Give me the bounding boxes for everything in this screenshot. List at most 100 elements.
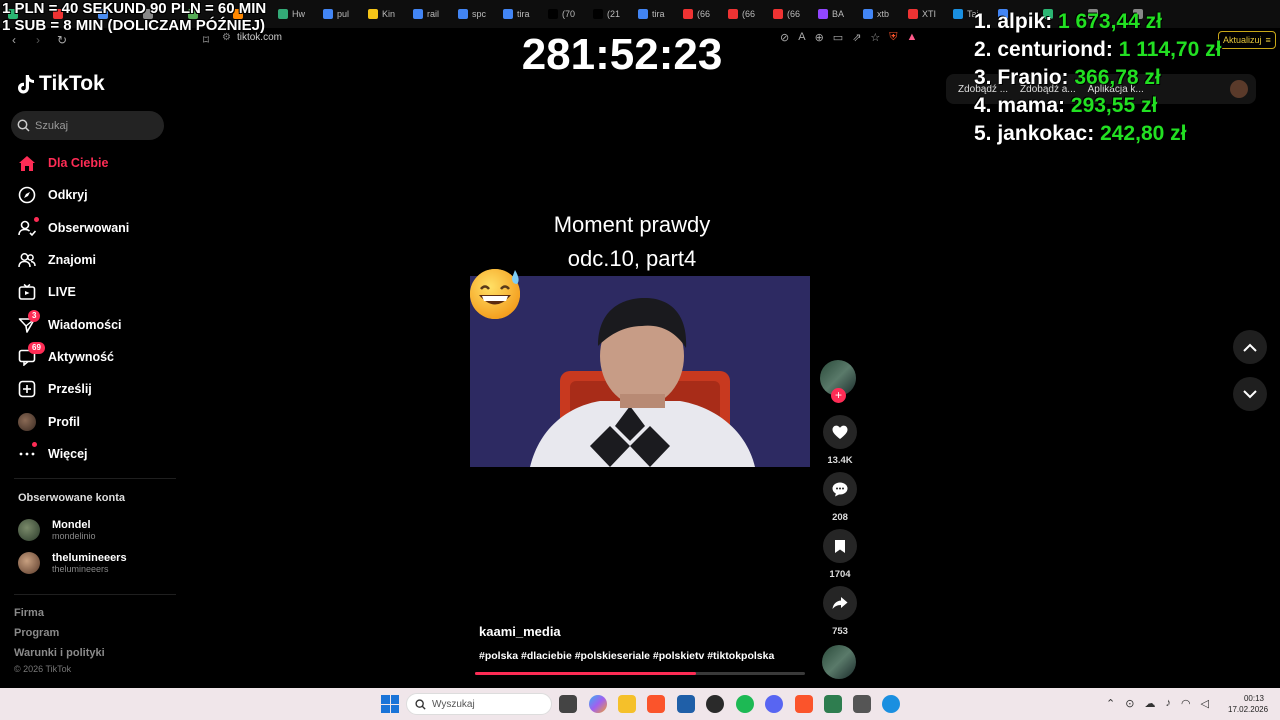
donor-name: 2. centuriond: [974,38,1113,61]
browser-tab[interactable]: (66 [724,3,768,25]
tab-favicon-icon [368,9,378,19]
tab-label: Hw [292,9,305,19]
browser-tab[interactable]: (66 [679,3,723,25]
browser-tab[interactable]: xtb [859,3,903,25]
share-action[interactable]: 753 [821,586,859,637]
share-count: 753 [832,626,848,637]
tab-favicon-icon [323,9,333,19]
footer-link-program[interactable]: Program [14,626,105,646]
file-explorer-icon[interactable] [618,695,636,713]
browser-tab[interactable]: tira [634,3,678,25]
activity-badge: 69 [28,341,45,354]
browser-tab[interactable]: tira [499,3,543,25]
network-icon[interactable]: ⊙ [1125,697,1134,710]
task-view-icon[interactable] [559,695,577,713]
tab-favicon-icon [413,9,423,19]
sidebar-item-live[interactable]: LIVE [14,276,184,308]
browser-tab[interactable]: (21 [589,3,633,25]
language-icon[interactable]: A [798,31,805,44]
taskbar-search[interactable]: Wyszukaj [406,693,552,715]
brave-rewards-icon[interactable]: ▲ [907,31,918,44]
browser-tab[interactable]: spc [454,3,498,25]
video-action-rail: + [820,360,858,403]
sidebar-item-profile[interactable]: Profil [14,405,184,437]
microphone-icon[interactable]: ♪ [1165,697,1171,710]
cloud-icon[interactable]: ☁ [1144,697,1155,710]
browser-tab[interactable]: (66 [769,3,813,25]
save-count: 1704 [829,569,851,580]
notepad-icon[interactable] [824,695,842,713]
tab-favicon-icon [908,9,918,19]
previous-video-button[interactable] [1233,330,1267,364]
chevron-up-icon[interactable]: ⌃ [1106,697,1115,710]
home-icon [18,154,36,172]
video-progress-bar[interactable] [475,672,805,675]
live-icon [18,283,36,301]
wifi-icon[interactable]: ◠ [1181,697,1191,710]
leaderboard-row: 3. Franio: 366,78 zł [974,64,1274,92]
windows-start-icon[interactable] [381,695,399,713]
search-box[interactable] [11,111,164,140]
search-icon [17,119,30,132]
tab-label: (66 [697,9,711,19]
obs-icon[interactable] [706,695,724,713]
app-icon[interactable] [882,695,900,713]
browser-tab[interactable]: (70 [544,3,588,25]
brave-active-icon[interactable] [795,695,813,713]
sidebar-item-upload[interactable]: Prześlij [14,373,184,405]
browser-tab[interactable]: rail [409,3,453,25]
browser-tab[interactable]: Hw [274,3,318,25]
footer-link-company[interactable]: Firma [14,606,105,626]
star-icon[interactable]: ☆ [870,31,880,44]
bookmark-icon[interactable] [823,529,857,563]
sidebar-item-more[interactable]: Więcej [14,438,184,470]
sidebar-item-friends[interactable]: Znajomi [14,244,184,276]
share-icon[interactable]: ⇗ [852,31,861,44]
sound-avatar[interactable] [822,645,856,679]
leaderboard-row: 5. jankokac: 242,80 zł [974,120,1274,148]
next-video-button[interactable] [1233,377,1267,411]
sidebar-item-for-you[interactable]: Dla Ciebie [14,147,184,179]
donor-name: 1. alpik: [974,10,1053,33]
heart-icon[interactable] [823,415,857,449]
clock-time: 00:13 [1243,694,1264,703]
taskbar-clock[interactable]: 00:13 17.02.2026 [1228,693,1268,715]
copilot-icon[interactable] [589,695,607,713]
spotify-icon[interactable] [736,695,754,713]
video-hashtags[interactable]: #polska #dlaciebie #polskieseriale #pols… [479,650,774,662]
brave-shield-icon[interactable]: ⛨ [889,31,897,44]
sidebar-item-following[interactable]: Obserwowani [14,212,184,244]
tiktok-logo[interactable]: TikTok [17,72,105,96]
sidebar-item-explore[interactable]: Odkryj [14,179,184,211]
sidebar-item-label: Znajomi [48,253,96,268]
sidebar-footer: Firma Program Warunki i polityki © 2026 … [14,606,105,674]
taskbar-search-label: Wyszukaj [432,698,475,710]
video-author[interactable]: kaami_media [479,624,561,639]
sidebar-item-activity[interactable]: 69 Aktywność [14,341,184,373]
discord-icon[interactable] [765,695,783,713]
screen-icon[interactable]: ▭ [833,31,843,44]
sidebar-item-messages[interactable]: 3 Wiadomości [14,308,184,340]
browser-tab[interactable]: Kin [364,3,408,25]
follow-plus-icon[interactable]: + [831,388,846,403]
save-action[interactable]: 1704 [821,529,859,580]
calculator-icon[interactable] [853,695,871,713]
search-input[interactable] [35,119,155,132]
browser-tab[interactable]: XTI [904,3,948,25]
donor-name: 5. jankokac: [974,122,1095,145]
followed-account[interactable]: thelumineeers thelumineeers [18,552,127,574]
browser-tab[interactable]: pul [319,3,363,25]
store-icon[interactable] [677,695,695,713]
comment-icon[interactable] [823,472,857,506]
browser-tab[interactable]: BA [814,3,858,25]
translate-icon[interactable]: ⊘ [780,31,789,44]
share-arrow-icon[interactable] [823,586,857,620]
footer-link-terms[interactable]: Warunki i polityki [14,646,105,666]
zoom-icon[interactable]: ⊕ [815,31,824,44]
volume-icon[interactable]: ◁ [1201,697,1209,710]
followed-account[interactable]: Mondel mondelinio [18,519,96,541]
comment-action[interactable]: 208 [821,472,859,523]
donor-amount: 1 114,70 zł [1118,38,1222,61]
brave-browser-icon[interactable] [647,695,665,713]
like-action[interactable]: 13.4K [821,415,859,466]
